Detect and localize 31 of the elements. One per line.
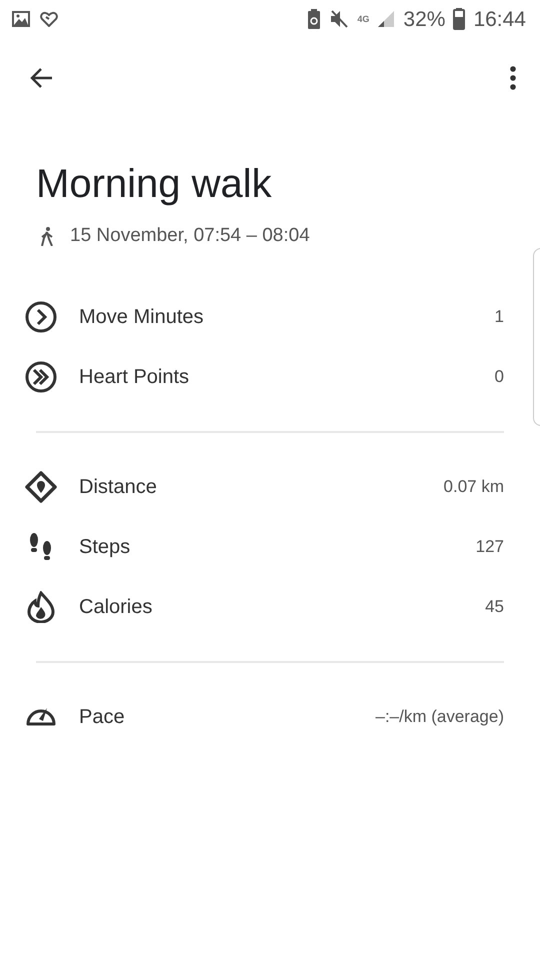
- gallery-icon: [12, 11, 30, 27]
- more-icon: [510, 66, 516, 90]
- metric-label: Pace: [79, 704, 125, 730]
- metric-value: 45: [485, 596, 504, 618]
- metric-label: Distance: [79, 474, 157, 500]
- back-arrow-icon: [30, 66, 54, 90]
- metric-value: 0.07 km: [444, 476, 504, 498]
- metric-label: Calories: [79, 594, 152, 620]
- flame-icon: [25, 590, 57, 622]
- heart-icon: [40, 11, 58, 27]
- metric-value: 0: [494, 366, 504, 388]
- battery-saver-icon: [307, 9, 322, 29]
- clock: 16:44: [473, 8, 526, 30]
- location-pin-icon: [25, 470, 57, 502]
- network-label: 4G: [357, 14, 370, 24]
- metric-value: 127: [476, 536, 504, 558]
- metric-label: Steps: [79, 534, 130, 560]
- battery-icon: [453, 8, 466, 30]
- metric-label: Heart Points: [79, 364, 190, 390]
- heart-points-icon: [25, 360, 57, 392]
- speedometer-icon: [25, 707, 57, 726]
- metric-value: 1: [494, 306, 504, 328]
- mute-icon: [329, 9, 350, 29]
- metric-label: Move Minutes: [79, 304, 204, 330]
- metric-value: –:–/km (average): [376, 706, 504, 728]
- activity-time: 15 November, 07:54 – 08:04: [70, 224, 310, 248]
- walking-person-icon: [38, 226, 54, 246]
- battery-percent: 32%: [403, 8, 446, 30]
- signal-icon: [377, 10, 396, 28]
- activity-title: Morning walk: [36, 161, 273, 208]
- move-minutes-icon: [25, 300, 57, 332]
